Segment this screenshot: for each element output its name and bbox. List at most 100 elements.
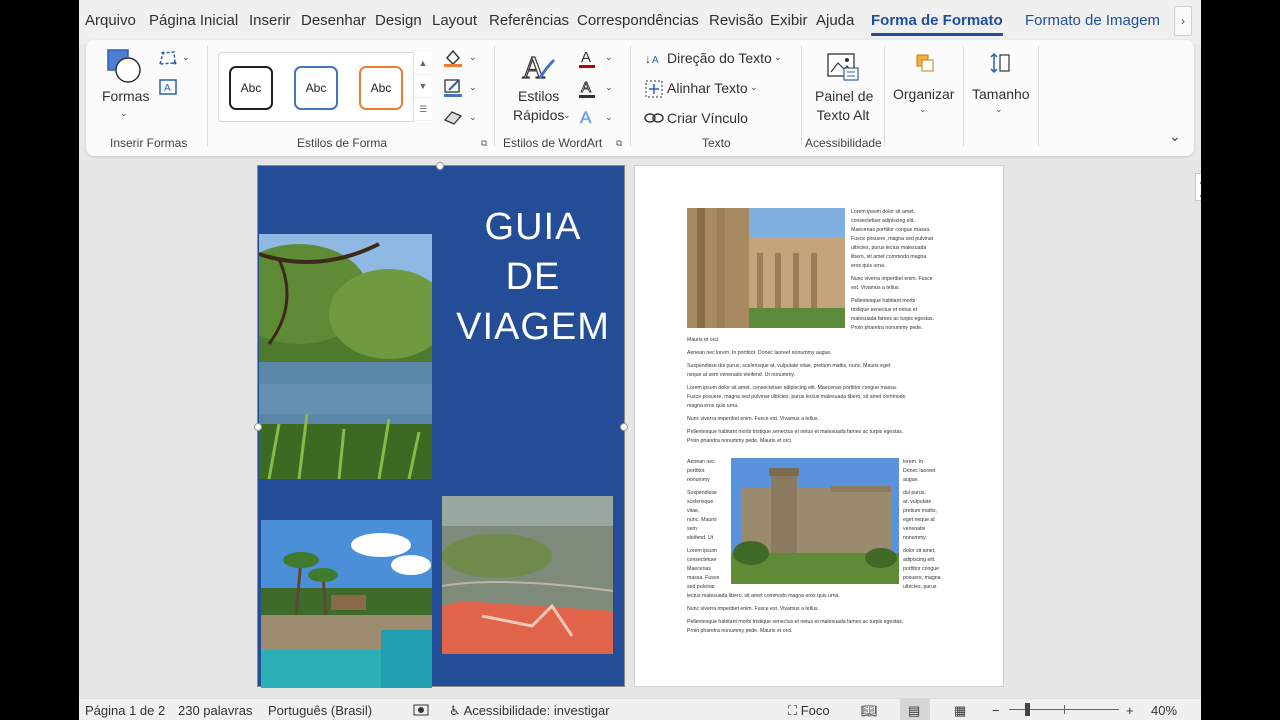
page-count[interactable]: Página 1 de 2 (85, 703, 165, 718)
word-count[interactable]: 230 palavras (178, 703, 252, 718)
link-icon (644, 113, 664, 123)
text-effects-chevron-icon[interactable]: ⌄ (605, 112, 613, 123)
text-body-tail[interactable]: lectus malesuada libero, sit amet commod… (687, 592, 959, 636)
accessibility-checker[interactable]: ♿︎ Acessibilidade: investigar (449, 703, 610, 719)
wordart-dialog-launcher-icon[interactable]: ⧉ (616, 138, 626, 148)
svg-text:A: A (581, 49, 591, 66)
tab-layout[interactable]: Layout (432, 12, 477, 29)
tab-desenhar[interactable]: Desenhar (301, 12, 366, 29)
macro-record-icon[interactable] (413, 703, 429, 720)
text-outline-icon[interactable]: A (577, 78, 597, 100)
resize-handle-top[interactable] (436, 162, 444, 170)
zoom-level[interactable]: 40% (1151, 703, 1177, 718)
tab-formato-de-imagem[interactable]: Formato de Imagem (1025, 12, 1160, 29)
chevron-down-icon: ⌄ (774, 52, 782, 62)
shape-style-2[interactable]: Abc (294, 66, 338, 110)
shape-outline-icon[interactable] (442, 78, 464, 98)
shape-outline-chevron-icon[interactable]: ⌄ (469, 82, 477, 93)
shape-fill-icon[interactable] (442, 48, 464, 68)
text-direction-icon: ↓ A (645, 52, 659, 66)
quick-styles-label-2: Rápidos (513, 107, 565, 123)
text-effects-icon[interactable]: A (577, 106, 597, 128)
tab-pagina-inicial[interactable]: Página Inicial (149, 12, 238, 29)
photo-tropical-coast[interactable] (261, 520, 432, 688)
tab-correspondencias[interactable]: Correspondências (577, 12, 699, 29)
photo-palace-columns[interactable] (687, 208, 845, 328)
text-line: Suspendisse dui purus, scelerisque at, v… (687, 363, 891, 369)
tab-inserir[interactable]: Inserir (249, 12, 291, 29)
arrange-icon (916, 54, 934, 72)
shape-style-3[interactable]: Abc (359, 66, 403, 110)
text-line: Maecenas (687, 566, 711, 572)
text-line: malesuada fames ac turpis egestas. (851, 316, 935, 322)
zoom-slider-midpoint (1064, 705, 1065, 714)
tab-scroll-right-button[interactable]: › (1174, 6, 1192, 36)
cover-page[interactable]: GUIA DE VIAGEM (254, 162, 628, 688)
edit-shape-chevron-icon[interactable]: ⌄ (182, 52, 190, 63)
shape-fill-chevron-icon[interactable]: ⌄ (469, 52, 477, 63)
text-outline-chevron-icon[interactable]: ⌄ (605, 82, 613, 93)
resize-handle-right[interactable] (620, 423, 628, 431)
shape-styles-dialog-launcher-icon[interactable]: ⧉ (481, 138, 491, 148)
text-line: porttitor congue (903, 566, 940, 572)
document-canvas[interactable]: GUIA DE VIAGEM Lorem ipsum dolor sit ame… (79, 160, 1201, 698)
shape-effects-icon[interactable] (442, 108, 464, 126)
svg-text:A: A (164, 83, 171, 94)
tab-referencias[interactable]: Referências (489, 12, 569, 29)
tab-forma-de-formato[interactable]: Forma de Formato (871, 12, 1003, 36)
text-line: Pellentesque habitant morbi tristique se… (687, 429, 904, 435)
text-line: sem (687, 526, 697, 532)
shape-effects-chevron-icon[interactable]: ⌄ (469, 112, 477, 123)
chevron-down-icon: ⌄ (995, 104, 1003, 114)
zoom-slider-thumb[interactable] (1025, 703, 1030, 716)
chevron-down-icon: ⌄ (919, 104, 927, 114)
layout-options-icon (1200, 182, 1201, 197)
tab-exibir[interactable]: Exibir (770, 12, 808, 29)
focus-label: Foco (800, 703, 830, 718)
cover-title[interactable]: GUIA DE VIAGEM (443, 202, 623, 352)
text-body-full[interactable]: Mauris et orci. Aenean nec lorem. In por… (687, 336, 959, 446)
layout-options-button[interactable] (1195, 173, 1201, 201)
text-line: Lorem ipsum dolor sit amet, (851, 209, 916, 215)
text-line: Lorem ipsum (687, 548, 717, 554)
content-page[interactable]: Lorem ipsum dolor sit amet, consectetuer… (634, 165, 1201, 687)
size-icon (990, 52, 1010, 74)
text-column-top[interactable]: Lorem ipsum dolor sit amet, consectetuer… (851, 208, 961, 333)
text-box-icon[interactable]: A (158, 78, 178, 96)
zoom-in-button[interactable]: + (1126, 703, 1134, 718)
photo-aerial-salt-ponds[interactable] (442, 496, 613, 654)
photo-river[interactable] (259, 234, 432, 479)
web-layout-icon: ▦ (954, 703, 967, 718)
web-layout-button[interactable]: ▦ (946, 699, 976, 720)
focus-mode-button[interactable]: ⛶ Foco (788, 703, 830, 719)
tropical-coast-image (261, 520, 432, 688)
print-layout-button[interactable]: ▤ (900, 699, 930, 720)
read-mode-button[interactable]: 📖︎ (854, 699, 884, 720)
tab-ajuda[interactable]: Ajuda (816, 12, 854, 29)
text-wrap-left[interactable]: Aenean nec porttitor. nonummy Suspendiss… (687, 458, 729, 592)
zoom-out-button[interactable]: − (992, 703, 1000, 718)
language-indicator[interactable]: Português (Brasil) (268, 703, 372, 718)
gallery-down-icon[interactable]: ▼ (414, 75, 432, 98)
text-line: neque at sem venenatis eleifend. Ut nonu… (687, 372, 796, 378)
resize-handle-left[interactable] (254, 423, 262, 431)
word-window: Arquivo Página Inicial Inserir Desenhar … (79, 0, 1201, 720)
collapse-ribbon-chevron-icon[interactable]: ⌄ (1169, 128, 1181, 145)
text-wrap-right[interactable]: lorem. In Donec laoreet augue. dui purus… (903, 458, 959, 592)
tab-revisao[interactable]: Revisão (709, 12, 763, 29)
text-line: eleifend. Ut (687, 535, 714, 541)
tab-design[interactable]: Design (375, 12, 422, 29)
tab-arquivo[interactable]: Arquivo (85, 12, 136, 29)
edit-shape-icon[interactable] (158, 50, 178, 68)
text-fill-icon[interactable]: A (577, 48, 597, 70)
text-line: Nunc viverra imperdiet enim. Fusce (851, 276, 933, 282)
photo-castle[interactable] (731, 458, 899, 584)
alt-text-label-2: Texto Alt (816, 107, 870, 123)
shape-style-1[interactable]: Abc (229, 66, 273, 110)
gallery-up-icon[interactable]: ▲ (414, 52, 432, 75)
gallery-more-icon[interactable]: ☰ (414, 98, 432, 121)
text-line: scelerisque (687, 499, 714, 505)
ribbon: Formas ⌄ ⌄ A Inserir Formas Abc Abc Abc … (86, 40, 1194, 156)
text-fill-chevron-icon[interactable]: ⌄ (605, 52, 613, 63)
svg-text:↓: ↓ (645, 52, 651, 66)
